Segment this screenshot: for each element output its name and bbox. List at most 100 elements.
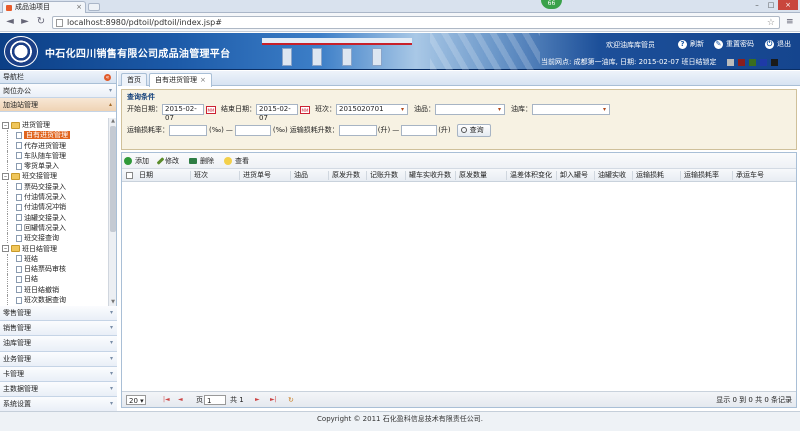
collapse-node-icon[interactable]: – bbox=[2, 245, 9, 253]
column-divider[interactable] bbox=[405, 171, 406, 180]
tree-item[interactable]: 日结 bbox=[0, 274, 108, 285]
tree-item[interactable]: 付油情况录入 bbox=[0, 192, 108, 203]
maximize-button[interactable]: □ bbox=[764, 0, 778, 10]
search-button[interactable]: 查询 bbox=[456, 123, 491, 137]
bookmark-star-icon[interactable]: ☆ bbox=[767, 17, 775, 29]
scroll-down-icon[interactable]: ▼ bbox=[109, 299, 117, 306]
collapse-node-icon[interactable]: – bbox=[2, 172, 9, 180]
speed-badge[interactable]: 66 bbox=[541, 0, 562, 9]
column-header[interactable]: 运输损耗 bbox=[636, 169, 664, 182]
theme-swatch[interactable] bbox=[749, 59, 756, 66]
prev-page-icon[interactable]: ◄ bbox=[178, 395, 183, 405]
accordion-section[interactable]: 零售管理 ▾ bbox=[0, 306, 117, 322]
tree-item[interactable]: 班次数据查询 bbox=[0, 295, 108, 306]
logout-link[interactable]: ⏻ 退出 bbox=[765, 39, 791, 49]
calendar-icon[interactable]: MM bbox=[206, 105, 216, 114]
accordion-station-management[interactable]: 加油站管理 ▴ bbox=[0, 98, 116, 112]
next-page-icon[interactable]: ► bbox=[255, 395, 260, 405]
end-date-field[interactable]: 2015-02-07 MM bbox=[256, 103, 310, 122]
theme-swatch[interactable] bbox=[727, 59, 734, 66]
column-header[interactable]: 罐车实收升数 bbox=[409, 169, 451, 182]
column-divider[interactable] bbox=[366, 171, 367, 180]
scroll-up-icon[interactable]: ▲ bbox=[109, 118, 117, 125]
browser-tab[interactable]: 成品油项目 × bbox=[2, 1, 86, 13]
loss-qty-min-input[interactable] bbox=[338, 124, 377, 136]
tree-folder[interactable]: – 班交接管理 bbox=[0, 171, 108, 181]
column-header[interactable]: 原发升数 bbox=[332, 169, 360, 182]
tree-item[interactable]: 付油情况冲销 bbox=[0, 202, 108, 213]
accordion-section[interactable]: 销售管理 ▾ bbox=[0, 321, 117, 337]
select-all-checkbox[interactable] bbox=[126, 172, 133, 179]
product-select[interactable]: ▾ bbox=[435, 103, 505, 115]
reload-icon[interactable]: ↻ bbox=[35, 16, 47, 28]
page-size-select[interactable]: 20 ▾ bbox=[126, 395, 146, 405]
add-button[interactable]: 添加 bbox=[124, 156, 149, 166]
reset-password-link[interactable]: ✎ 重置密码 bbox=[714, 39, 754, 49]
column-divider[interactable] bbox=[290, 171, 291, 180]
tree-item[interactable]: 票码交接录入 bbox=[0, 181, 108, 192]
theme-swatch[interactable] bbox=[760, 59, 767, 66]
view-button[interactable]: 查看 bbox=[224, 156, 249, 166]
reload-grid-icon[interactable]: ↻ bbox=[288, 395, 294, 405]
column-divider[interactable] bbox=[594, 171, 595, 180]
column-header[interactable]: 卸入罐号 bbox=[560, 169, 588, 182]
accordion-section[interactable]: 主数据管理 ▾ bbox=[0, 381, 117, 398]
last-page-icon[interactable]: ►| bbox=[270, 395, 277, 405]
column-header[interactable]: 油罐实收 bbox=[598, 169, 626, 182]
tree-item[interactable]: 班日结撤销 bbox=[0, 284, 108, 295]
column-header[interactable]: 承运车号 bbox=[736, 169, 764, 182]
column-header[interactable]: 温差体积变化 bbox=[510, 169, 552, 182]
tree-folder[interactable]: – 进货管理 bbox=[0, 120, 108, 130]
start-date-field[interactable]: 2015-02-07 MM bbox=[162, 103, 216, 122]
column-header[interactable]: 原发数量 bbox=[459, 169, 487, 182]
column-header[interactable]: 进货单号 bbox=[243, 169, 271, 182]
column-header[interactable]: 油品 bbox=[294, 169, 308, 182]
accordion-post-office[interactable]: 岗位办公 ▾ bbox=[0, 84, 116, 98]
column-divider[interactable] bbox=[455, 171, 456, 180]
loss-rate-min-input[interactable] bbox=[169, 124, 207, 136]
refresh-link[interactable]: ? 刷新 bbox=[678, 39, 704, 49]
minimize-button[interactable]: – bbox=[750, 0, 764, 10]
column-header[interactable]: 班次 bbox=[194, 169, 208, 182]
back-icon[interactable]: ◄ bbox=[4, 16, 16, 28]
depot-select[interactable]: ▾ bbox=[532, 103, 610, 115]
tree-item[interactable]: 零货单录入 bbox=[0, 161, 108, 172]
close-tab-icon[interactable]: × bbox=[76, 2, 82, 13]
first-page-icon[interactable]: |◄ bbox=[163, 395, 170, 405]
accordion-section[interactable]: 卡管理 ▾ bbox=[0, 366, 117, 382]
tree-item[interactable]: 车队随车管理 bbox=[0, 150, 108, 161]
calendar-icon[interactable]: MM bbox=[300, 105, 310, 114]
column-header[interactable]: 记账升数 bbox=[370, 169, 398, 182]
close-tab-icon[interactable]: × bbox=[200, 76, 206, 84]
tab-own-purchase[interactable]: 自有进货管理 × bbox=[149, 73, 212, 87]
page-number-input[interactable]: 1 bbox=[204, 395, 226, 405]
collapse-sidebar-icon[interactable]: « bbox=[104, 74, 111, 81]
tree-item[interactable]: 油罐交接录入 bbox=[0, 212, 108, 223]
column-header[interactable]: 运输损耗率 bbox=[684, 169, 719, 182]
tree-folder[interactable]: – 班日结管理 bbox=[0, 244, 108, 254]
url-input[interactable]: localhost:8980/pdtoil/pdtoil/index.jsp# … bbox=[52, 16, 780, 29]
shift-select[interactable]: 2015020701 ▾ bbox=[336, 103, 408, 115]
column-divider[interactable] bbox=[680, 171, 681, 180]
column-divider[interactable] bbox=[732, 171, 733, 180]
collapse-node-icon[interactable]: – bbox=[2, 121, 9, 129]
column-header[interactable]: 日期 bbox=[139, 169, 153, 182]
browser-menu-icon[interactable]: ≡ bbox=[786, 17, 796, 27]
tree-item[interactable]: 日结票码审核 bbox=[0, 264, 108, 275]
accordion-section[interactable]: 业务管理 ▾ bbox=[0, 351, 117, 367]
column-divider[interactable] bbox=[328, 171, 329, 180]
column-divider[interactable] bbox=[190, 171, 191, 180]
loss-rate-max-input[interactable] bbox=[234, 124, 271, 136]
scrollbar-thumb[interactable] bbox=[110, 126, 116, 232]
column-divider[interactable] bbox=[556, 171, 557, 180]
forward-icon[interactable]: ► bbox=[19, 16, 31, 28]
theme-swatch[interactable] bbox=[771, 59, 778, 66]
tree-item[interactable]: 自有进货管理 bbox=[0, 130, 108, 141]
tree-item[interactable]: 班交接查询 bbox=[0, 233, 108, 244]
column-divider[interactable] bbox=[239, 171, 240, 180]
sidebar-scrollbar[interactable]: ▲ ▼ bbox=[108, 118, 116, 306]
column-divider[interactable] bbox=[632, 171, 633, 180]
tree-item[interactable]: 回罐情况录入 bbox=[0, 222, 108, 233]
tree-item[interactable]: 班结 bbox=[0, 253, 108, 264]
tree-item[interactable]: 代存进货管理 bbox=[0, 140, 108, 151]
